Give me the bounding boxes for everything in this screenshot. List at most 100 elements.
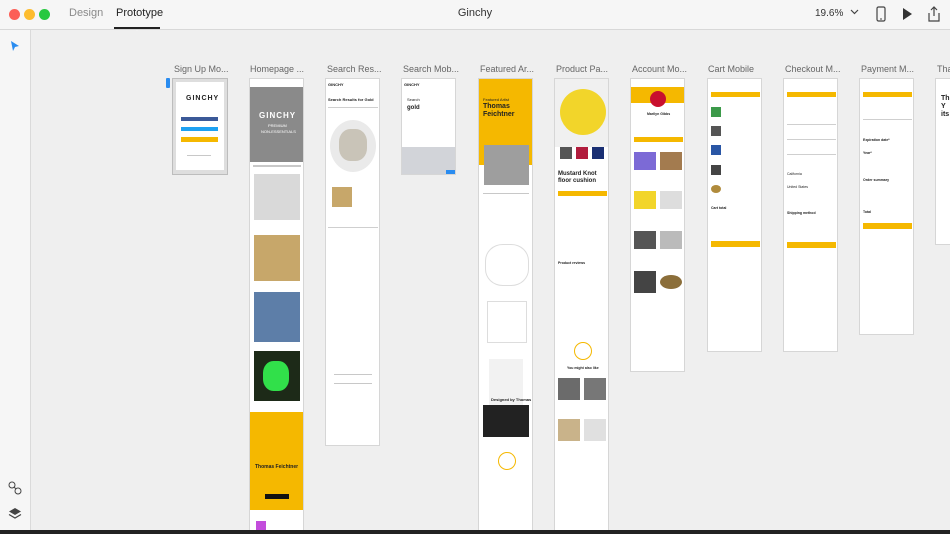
account-item-4[interactable] (660, 191, 682, 209)
product-title-line-1: Mustard Knot (558, 171, 597, 177)
artboard-label-search-mobile[interactable]: Search Mob... (403, 64, 459, 74)
product-recommendation-4[interactable] (584, 419, 606, 441)
checkout-state-select[interactable]: California (787, 172, 802, 176)
thanks-heading-line-3: its (941, 111, 950, 118)
search-result-2-image[interactable] (332, 187, 352, 207)
layers-icon[interactable] (8, 507, 22, 526)
play-icon[interactable] (901, 7, 913, 26)
homepage-featured-button[interactable] (265, 494, 289, 499)
artboard-label-homepage[interactable]: Homepage ... (250, 64, 306, 74)
featured-sculpture-2 (487, 301, 527, 343)
payment-expiration-select[interactable]: Expiration date* (863, 138, 890, 142)
checkout-shipping-heading: Shipping method (787, 211, 816, 215)
checkout-field-3[interactable] (787, 154, 836, 155)
keyboard-search-key[interactable] (446, 170, 455, 174)
avatar[interactable] (650, 91, 666, 107)
add-to-cart-button[interactable] (558, 191, 607, 196)
artboard-search-mobile[interactable]: GINCHY Search gold (401, 78, 456, 175)
continue-to-payment-button[interactable] (787, 242, 836, 248)
artboard-cart-mobile[interactable]: Cart total (707, 78, 762, 352)
artboard-product-page[interactable]: Mustard Knot floor cushion Product revie… (554, 78, 609, 534)
account-item-3[interactable] (634, 191, 656, 209)
homepage-product-1[interactable] (254, 174, 300, 220)
account-item-5[interactable] (634, 231, 656, 249)
artboard-checkout-mobile[interactable]: California United States Shipping method (783, 78, 838, 352)
cart-item-5[interactable] (711, 185, 721, 193)
flow-start-marker[interactable] (166, 78, 170, 88)
checkout-field-1[interactable] (787, 124, 836, 125)
document-title[interactable]: Ginchy (458, 7, 492, 19)
artboard-featured-artist[interactable]: Featured Artist Thomas Feichtner Designe… (478, 78, 533, 534)
plugins-icon[interactable] (8, 481, 22, 500)
cart-item-3[interactable] (711, 145, 721, 155)
account-item-1[interactable] (634, 152, 656, 170)
artboard-label-featured-artist[interactable]: Featured Ar... (480, 64, 536, 74)
phone-icon[interactable] (875, 6, 887, 27)
payment-total-label: Total (863, 210, 872, 214)
account-item-7[interactable] (634, 271, 656, 293)
artboard-account-mobile[interactable]: Marilyn Gibbs (630, 78, 685, 372)
homepage-product-2[interactable] (254, 235, 300, 281)
product-title-line-2: floor cushion (558, 178, 596, 184)
tab-design[interactable]: Design (69, 7, 103, 19)
window-maximize-button[interactable] (39, 9, 50, 20)
email-signup-button[interactable] (181, 137, 218, 142)
featured-more-button[interactable] (498, 452, 516, 470)
homepage-product-3[interactable] (254, 292, 300, 342)
artboard-label-product-page[interactable]: Product Pa... (556, 64, 612, 74)
twitter-signup-button[interactable] (181, 127, 218, 131)
artboard-label-payment-mobile[interactable]: Payment M... (861, 64, 917, 74)
account-action-button[interactable] (634, 137, 683, 142)
payment-card-field[interactable] (863, 119, 912, 120)
arrow-cursor-icon[interactable] (10, 39, 20, 57)
tab-prototype[interactable]: Prototype (116, 7, 163, 19)
checkout-country-select[interactable]: United States (787, 185, 808, 189)
product-recommendation-2[interactable] (584, 378, 606, 400)
facebook-signup-button[interactable] (181, 117, 218, 121)
product-more-reviews-button[interactable] (574, 342, 592, 360)
product-hero-image[interactable] (560, 89, 606, 135)
cart-item-4[interactable] (711, 165, 721, 175)
zoom-level[interactable]: 19.6% (815, 8, 843, 19)
search-results-footer (334, 374, 372, 375)
signup-footer-link[interactable] (187, 155, 211, 156)
active-tab-indicator (114, 27, 160, 29)
search-field-label: Search (407, 97, 420, 102)
payment-year-select[interactable]: Year* (863, 151, 872, 155)
account-item-2[interactable] (660, 152, 682, 170)
product-thumb-3[interactable] (592, 147, 604, 159)
signup-logo: GINCHY (186, 95, 220, 102)
product-thumb-2[interactable] (576, 147, 588, 159)
window-close-button[interactable] (9, 9, 20, 20)
artboard-label-signup[interactable]: Sign Up Mo... (174, 64, 236, 74)
artboard-label-checkout-mobile[interactable]: Checkout M... (785, 64, 841, 74)
account-item-6[interactable] (660, 231, 682, 249)
product-recommendation-3[interactable] (558, 419, 580, 441)
product-recommendation-1[interactable] (558, 378, 580, 400)
place-order-button[interactable] (863, 223, 912, 229)
cart-item-2[interactable] (711, 126, 721, 136)
account-item-8[interactable] (660, 275, 682, 289)
artboard-label-account-mobile[interactable]: Account Mo... (632, 64, 688, 74)
proceed-to-checkout-button[interactable] (711, 241, 760, 247)
search-field-value[interactable]: gold (407, 105, 420, 111)
artboard-thanks[interactable]: Th Y its (935, 78, 950, 245)
checkout-field-2[interactable] (787, 139, 836, 140)
share-icon[interactable] (927, 6, 941, 27)
chevron-down-icon[interactable] (850, 7, 859, 18)
artboard-label-cart-mobile[interactable]: Cart Mobile (708, 64, 764, 74)
search-result-1-object (339, 129, 367, 161)
homepage-nav[interactable] (253, 165, 301, 167)
featured-designed-image[interactable] (483, 405, 529, 437)
search-results-footer-2 (334, 383, 372, 384)
artboard-homepage[interactable]: GINCHY PREMIUM NON-ESSENTIALS Thomas Fei… (249, 78, 304, 534)
artboard-signup[interactable]: GINCHY (172, 78, 228, 175)
account-user-name: Marilyn Gibbs (647, 112, 671, 116)
artboard-search-results[interactable]: GINCHY Search Results for Gold (325, 78, 380, 446)
artboard-label-search-results[interactable]: Search Res... (327, 64, 383, 74)
product-thumb-1[interactable] (560, 147, 572, 159)
artboard-label-thanks[interactable]: Tha... (937, 64, 950, 74)
window-minimize-button[interactable] (24, 9, 35, 20)
cart-item-1[interactable] (711, 107, 721, 117)
artboard-payment-mobile[interactable]: Expiration date* Year* Order summary Tot… (859, 78, 914, 335)
